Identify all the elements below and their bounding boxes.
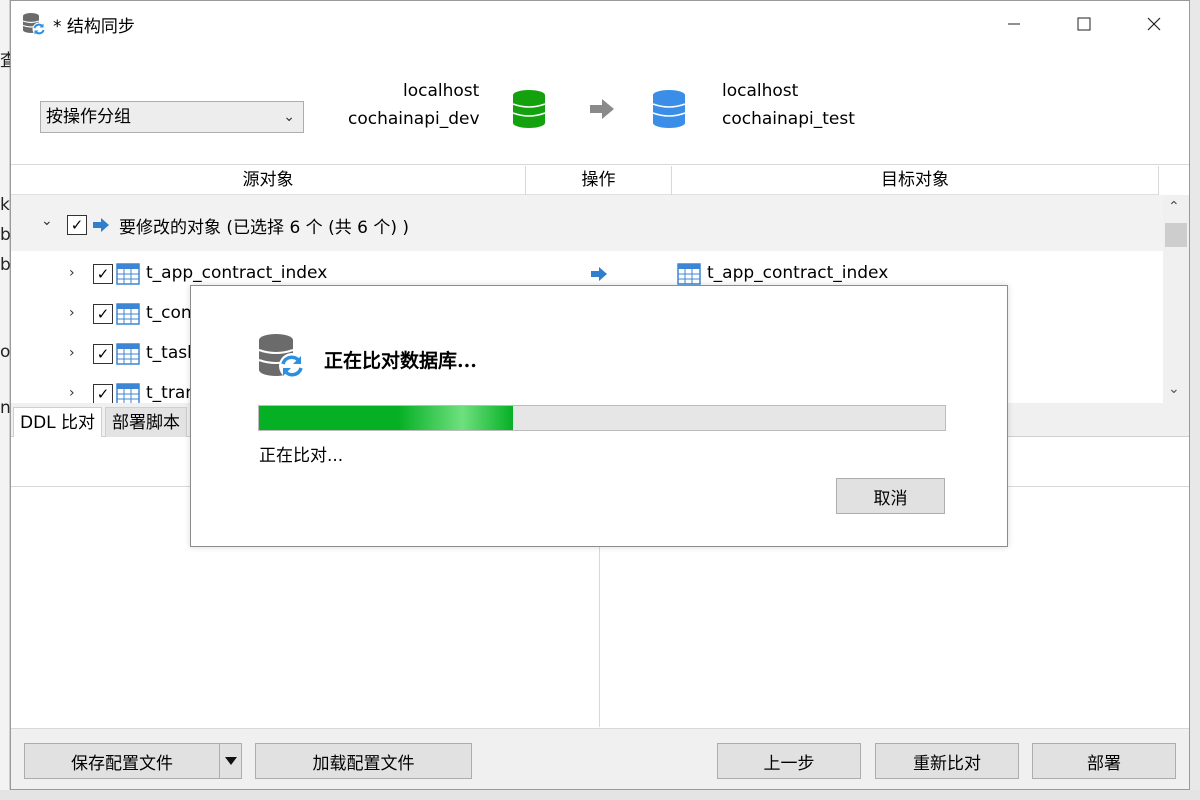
chevron-up-icon[interactable]: ⌃ bbox=[1168, 199, 1180, 215]
dialog-heading: 正在比对数据库... bbox=[324, 350, 477, 372]
row-checkbox[interactable]: ✓ bbox=[93, 344, 113, 364]
grid-column-headers: 源对象 操作 目标对象 bbox=[11, 166, 1159, 195]
arrow-right-icon bbox=[93, 218, 109, 232]
save-config-dropdown-button[interactable] bbox=[219, 743, 242, 779]
deploy-button[interactable]: 部署 bbox=[1032, 743, 1176, 779]
close-icon bbox=[1147, 17, 1161, 31]
target-host: localhost bbox=[722, 81, 799, 101]
comparing-progress-dialog: 正在比对数据库... 正在比对... 取消 bbox=[190, 285, 1008, 547]
connection-header: 按操作分组 ⌄ localhost cochainapi_dev localho… bbox=[11, 47, 1189, 165]
table-icon bbox=[116, 383, 140, 403]
table-icon bbox=[677, 263, 701, 285]
column-header-source[interactable]: 源对象 bbox=[11, 166, 526, 195]
table-icon bbox=[116, 303, 140, 325]
table-icon bbox=[116, 343, 140, 365]
maximize-icon bbox=[1077, 17, 1091, 31]
source-host: localhost bbox=[403, 81, 480, 101]
target-database: cochainapi_test bbox=[722, 109, 855, 129]
group-by-select-value: 按操作分组 bbox=[46, 107, 131, 127]
source-database: cochainapi_dev bbox=[348, 109, 480, 129]
tab-deploy-script[interactable]: 部署脚本 bbox=[105, 407, 187, 437]
chevron-down-icon[interactable]: ⌄ bbox=[41, 213, 53, 229]
background-text-fragment: k bbox=[0, 195, 10, 215]
close-button[interactable] bbox=[1119, 1, 1189, 47]
database-sync-icon bbox=[258, 334, 305, 379]
scrollbar-thumb[interactable] bbox=[1165, 223, 1187, 247]
arrow-right-icon bbox=[590, 99, 614, 119]
chevron-right-icon[interactable]: › bbox=[69, 305, 75, 321]
target-table-name: t_app_contract_index bbox=[707, 263, 889, 283]
chevron-down-icon: ⌄ bbox=[283, 109, 295, 125]
cancel-button[interactable]: 取消 bbox=[836, 478, 945, 514]
source-table-name: t_con bbox=[146, 303, 192, 323]
previous-step-button[interactable]: 上一步 bbox=[717, 743, 861, 779]
column-header-target[interactable]: 目标对象 bbox=[672, 166, 1159, 195]
chevron-right-icon[interactable]: › bbox=[69, 385, 75, 401]
target-database-icon bbox=[652, 90, 686, 128]
row-checkbox[interactable]: ✓ bbox=[93, 264, 113, 284]
minimize-icon bbox=[1008, 23, 1020, 25]
row-checkbox[interactable]: ✓ bbox=[93, 304, 113, 324]
save-config-button[interactable]: 保存配置文件 bbox=[24, 743, 220, 779]
chevron-right-icon[interactable]: › bbox=[69, 265, 75, 281]
background-text-fragment: n bbox=[0, 398, 10, 418]
group-by-select[interactable]: 按操作分组 ⌄ bbox=[40, 101, 304, 133]
source-database-icon bbox=[512, 90, 546, 128]
compare-progress-bar bbox=[258, 405, 946, 431]
background-text-fragment: bi bbox=[0, 225, 10, 245]
source-table-name: t_tran bbox=[146, 383, 197, 403]
maximize-button[interactable] bbox=[1049, 1, 1119, 47]
background-text-fragment: bi bbox=[0, 255, 10, 275]
tab-ddl-compare[interactable]: DDL 比对 bbox=[13, 407, 103, 437]
group-label: 要修改的对象 (已选择 6 个 (共 6 个) ) bbox=[119, 218, 409, 238]
group-row-modify[interactable]: ⌄ ✓ 要修改的对象 (已选择 6 个 (共 6 个) ) bbox=[11, 195, 1163, 251]
background-text-fragment: o bbox=[0, 342, 10, 362]
background-text-fragment: 査 bbox=[0, 51, 10, 71]
database-sync-icon bbox=[22, 13, 46, 36]
source-table-name: t_app_contract_index bbox=[146, 263, 328, 283]
minimize-button[interactable] bbox=[979, 1, 1049, 47]
column-header-operation[interactable]: 操作 bbox=[526, 166, 672, 195]
footer-bar: 保存配置文件 加载配置文件 上一步 重新比对 部署 bbox=[11, 728, 1189, 789]
title-bar[interactable]: * 结构同步 bbox=[11, 1, 1189, 47]
chevron-right-icon[interactable]: › bbox=[69, 345, 75, 361]
dialog-status: 正在比对... bbox=[259, 446, 344, 466]
group-checkbox[interactable]: ✓ bbox=[67, 215, 87, 235]
chevron-down-icon[interactable]: ⌄ bbox=[1168, 381, 1180, 397]
window-title: * 结构同步 bbox=[53, 17, 135, 37]
recompare-button[interactable]: 重新比对 bbox=[875, 743, 1019, 779]
arrow-right-icon bbox=[591, 267, 607, 281]
background-taskbar-strip bbox=[0, 790, 1200, 800]
progress-fill bbox=[259, 406, 513, 430]
table-icon bbox=[116, 263, 140, 285]
load-config-button[interactable]: 加载配置文件 bbox=[255, 743, 472, 779]
caret-down-icon bbox=[224, 757, 237, 765]
grid-vertical-scrollbar[interactable]: ⌃ ⌄ bbox=[1163, 195, 1189, 403]
row-checkbox[interactable]: ✓ bbox=[93, 384, 113, 403]
